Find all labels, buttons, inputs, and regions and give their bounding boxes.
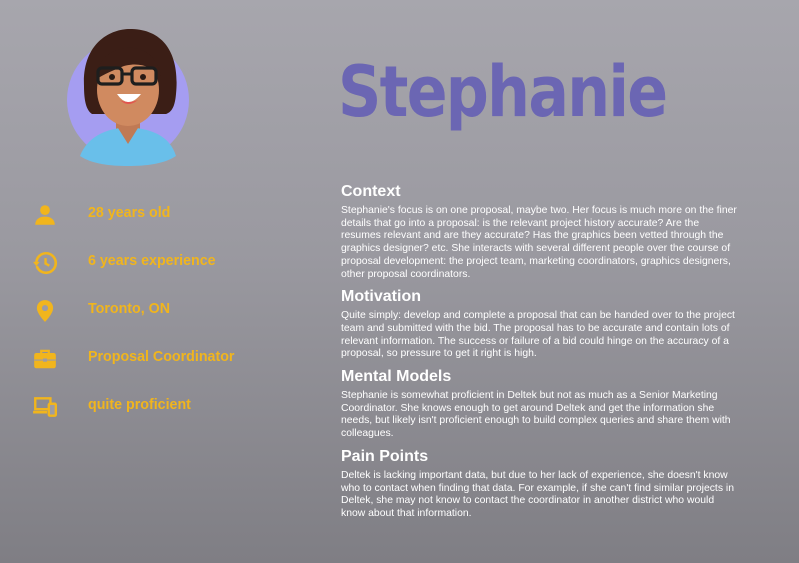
section-heading: Pain Points: [341, 447, 429, 465]
section-context: Context Stephanie's focus is on one prop…: [341, 182, 741, 281]
section-body: Quite simply: develop and complete a pro…: [341, 310, 735, 360]
section-body: Stephanie's focus is on one proposal, ma…: [341, 205, 737, 280]
fact-proficiency: quite proficient: [30, 392, 320, 440]
avatar-illustration: [67, 28, 189, 166]
persona-name: Stephanie: [338, 51, 668, 133]
section-heading: Context: [341, 183, 401, 200]
fact-role-text: Proposal Coordinator: [88, 348, 235, 365]
fact-location: Toronto, ON: [30, 296, 320, 344]
section-heading: Mental Models: [341, 368, 452, 386]
history-icon: [32, 250, 58, 276]
persona-details: Context Stephanie's focus is on one prop…: [341, 182, 741, 527]
section-pain-points: Pain Points Deltek is lacking important …: [341, 447, 741, 521]
section-motivation: Motivation Quite simply: develop and com…: [341, 287, 741, 361]
location-pin-icon: [32, 298, 58, 324]
fact-experience-text: 6 years experience: [88, 252, 216, 269]
section-body: Deltek is lacking important data, but du…: [341, 469, 734, 519]
persona-facts: 28 years old 6 years experience Toronto,…: [30, 200, 320, 440]
fact-experience: 6 years experience: [30, 248, 320, 296]
fact-age-text: 28 years old: [88, 204, 171, 221]
person-icon: [32, 202, 58, 228]
briefcase-icon: [32, 346, 58, 372]
fact-proficiency-text: quite proficient: [88, 396, 191, 413]
devices-icon: [32, 394, 58, 420]
section-body: Stephanie is somewhat proficient in Delt…: [341, 390, 731, 440]
fact-location-text: Toronto, ON: [88, 300, 171, 317]
section-heading: Motivation: [341, 288, 421, 306]
fact-role: Proposal Coordinator: [30, 344, 320, 392]
avatar: [62, 24, 194, 166]
fact-age: 28 years old: [30, 200, 320, 248]
section-mental-models: Mental Models Stephanie is somewhat prof…: [341, 367, 741, 441]
